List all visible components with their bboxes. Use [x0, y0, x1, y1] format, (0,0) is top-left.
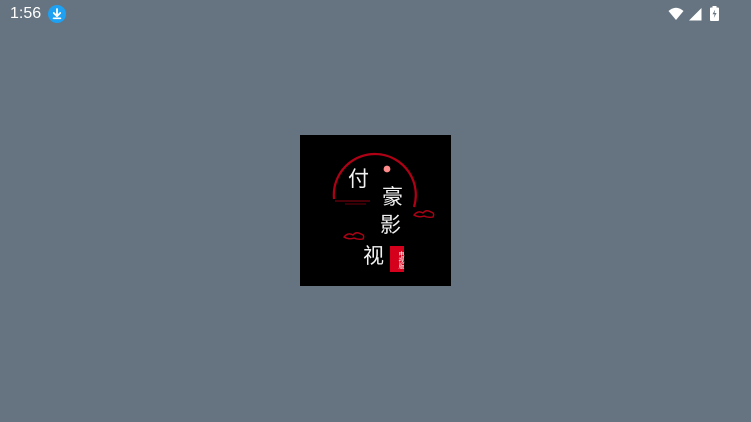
logo-char-1: 付 [348, 167, 369, 191]
logo-char-4: 视 [363, 244, 384, 268]
logo-char-3: 影 [380, 213, 401, 237]
logo-char-2: 豪 [382, 185, 403, 209]
tv-version-badge: 电视版 [390, 246, 404, 272]
signal-icon [688, 6, 702, 21]
status-bar: 1:56 [0, 0, 751, 28]
battery-icon [710, 6, 719, 21]
download-icon [48, 5, 66, 23]
app-splash-logo: 付 豪 影 视 电视版 [300, 135, 451, 286]
wifi-icon [668, 6, 684, 20]
status-time: 1:56 [10, 5, 42, 22]
